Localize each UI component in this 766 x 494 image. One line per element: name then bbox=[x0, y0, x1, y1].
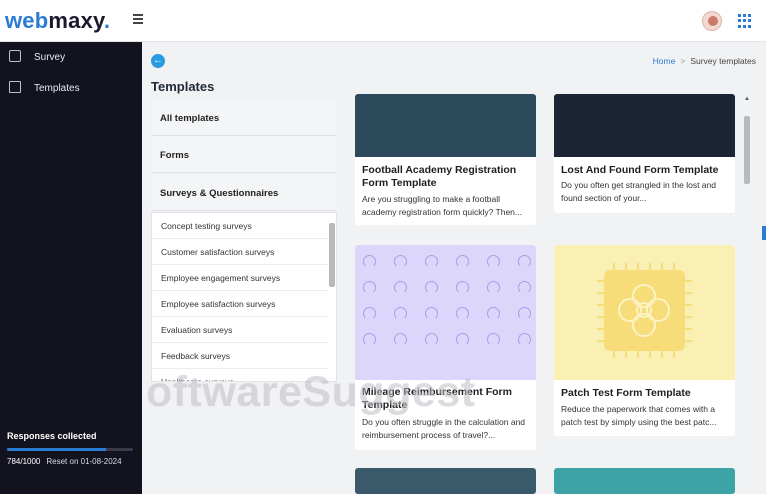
template-card-image bbox=[554, 245, 735, 380]
breadcrumb-current: Survey templates bbox=[690, 56, 756, 66]
top-bar: webmaxy. bbox=[0, 0, 766, 42]
list-item[interactable]: Customer satisfaction surveys bbox=[152, 239, 328, 265]
side-edge-tab[interactable] bbox=[762, 226, 766, 240]
list-item[interactable]: Evaluation surveys bbox=[152, 317, 328, 343]
responses-progress-bar bbox=[7, 448, 133, 451]
category-panel: All templates Forms Surveys & Questionna… bbox=[151, 100, 337, 382]
list-item[interactable]: Concept testing surveys bbox=[152, 213, 328, 239]
user-avatar[interactable] bbox=[702, 11, 722, 31]
webmaxy-logo[interactable]: webmaxy. bbox=[5, 8, 110, 34]
template-card-description: Are you struggling to make a football ac… bbox=[362, 194, 522, 217]
hamburger-icon[interactable] bbox=[133, 14, 143, 24]
grid-apps-icon[interactable] bbox=[738, 14, 752, 28]
responses-collected: Responses collected 784/1000 Reset on 01-… bbox=[7, 431, 137, 466]
template-card-image bbox=[355, 468, 536, 494]
list-item[interactable]: Employee satisfaction surveys bbox=[152, 291, 328, 317]
template-card-next-1[interactable] bbox=[355, 468, 536, 494]
responses-title: Responses collected bbox=[7, 431, 97, 441]
logo-maxy-text: maxy bbox=[48, 8, 104, 33]
template-card-image bbox=[355, 245, 536, 380]
flower-chip-icon bbox=[597, 263, 692, 358]
template-card-title: Mileage Reimbursement Form Template bbox=[362, 386, 512, 411]
sidebar-item-templates[interactable]: Templates bbox=[0, 75, 142, 101]
template-card-mileage[interactable]: Mileage Reimbursement Form Template Do y… bbox=[355, 245, 536, 450]
list-item[interactable]: Feedback surveys bbox=[152, 343, 328, 369]
template-card-football[interactable]: Football Academy Registration Form Templ… bbox=[355, 94, 536, 225]
template-card-description: Reduce the paperwork that comes with a p… bbox=[561, 404, 717, 427]
list-item[interactable]: Healthcare surveys bbox=[152, 369, 328, 381]
template-card-patch-test[interactable]: Patch Test Form Template Reduce the pape… bbox=[554, 245, 735, 436]
breadcrumb-home-link[interactable]: Home bbox=[653, 56, 676, 66]
main-scrollbar[interactable]: ▲ bbox=[742, 94, 751, 494]
responses-count: 784/1000 bbox=[7, 457, 41, 466]
template-card-description: Do you often struggle in the calculation… bbox=[362, 417, 526, 440]
category-sublist: Concept testing surveys Customer satisfa… bbox=[151, 212, 337, 382]
responses-reset-date: Reset on 01-08-2024 bbox=[46, 457, 122, 466]
responses-progress-fill bbox=[7, 448, 106, 451]
category-all-templates[interactable]: All templates bbox=[151, 100, 337, 136]
template-card-description: Do you often get strangled in the lost a… bbox=[561, 180, 716, 203]
sidebar-item-label: Templates bbox=[34, 83, 80, 94]
category-surveys-questionnaires[interactable]: Surveys & Questionnaires bbox=[151, 175, 337, 211]
logo-dot: . bbox=[103, 8, 111, 33]
logo-web-text: web bbox=[5, 8, 49, 33]
template-card-title: Patch Test Form Template bbox=[561, 387, 691, 399]
breadcrumb-separator: > bbox=[680, 56, 686, 66]
template-card-next-2[interactable] bbox=[554, 468, 735, 494]
sidebar-item-survey[interactable]: Survey bbox=[0, 44, 142, 70]
page-title: Templates bbox=[151, 79, 215, 94]
gauge-pattern bbox=[363, 255, 533, 348]
template-card-image bbox=[554, 468, 735, 494]
scroll-up-icon[interactable]: ▲ bbox=[744, 96, 750, 102]
category-scrollbar[interactable] bbox=[329, 223, 335, 287]
templates-icon bbox=[9, 81, 21, 93]
template-card-image bbox=[554, 94, 735, 157]
template-card-title: Football Academy Registration Form Templ… bbox=[362, 164, 517, 189]
breadcrumb: Home > Survey templates bbox=[653, 56, 756, 66]
back-arrow-icon[interactable]: ← bbox=[151, 54, 165, 68]
template-card-title: Lost And Found Form Template bbox=[561, 164, 719, 176]
template-card-lost-found[interactable]: Lost And Found Form Template Do you ofte… bbox=[554, 94, 735, 213]
sidebar-item-label: Survey bbox=[34, 52, 66, 63]
template-card-image bbox=[355, 94, 536, 157]
category-forms[interactable]: Forms bbox=[151, 137, 337, 173]
list-item[interactable]: Employee engagement surveys bbox=[152, 265, 328, 291]
sidebar: Survey Templates Responses collected 784… bbox=[0, 42, 142, 494]
scrollbar-thumb[interactable] bbox=[744, 116, 750, 184]
survey-icon bbox=[9, 50, 21, 62]
